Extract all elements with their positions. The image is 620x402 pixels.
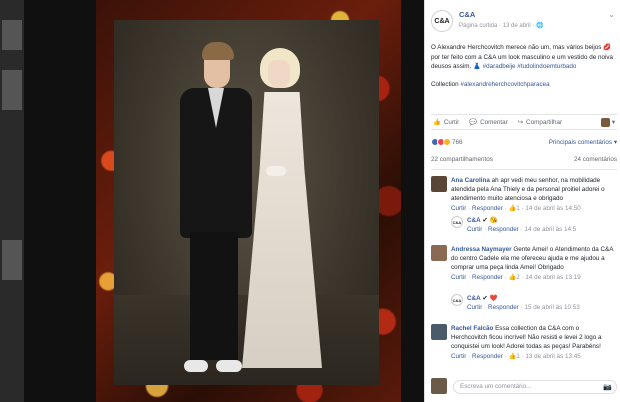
page-avatar[interactable]: C&A [431, 10, 453, 32]
chevron-down-icon: ▾ [611, 118, 615, 126]
globe-icon: 🌐 [536, 23, 544, 29]
caption-collection: Collection [431, 80, 459, 88]
comment-sort-dropdown[interactable]: Principais comentários ▾ [549, 139, 617, 146]
comment-like-link[interactable]: Curtir [451, 274, 466, 281]
page-name-link[interactable]: C&A [459, 10, 475, 19]
post-caption: O Alexandre Herchcovitch merece não um, … [431, 43, 617, 89]
feed-thumbnail [2, 240, 22, 280]
post-sidebar: C&A C&A Página curtida · 13 de abril · 🌐… [424, 0, 620, 402]
comment-meta: Curtir · Responder · 👍2 · 14 de abril às… [451, 274, 581, 281]
comment-like-link[interactable]: Curtir [451, 353, 466, 360]
comment-input[interactable]: Escreva um comentário... 📷 [453, 380, 617, 394]
post-stats: 22 compartilhamentos 24 comentários [431, 156, 617, 170]
reply-text: ❤️ [489, 295, 498, 302]
reply-reply-link[interactable]: Responder [488, 226, 519, 233]
verified-badge-icon: ✔ [482, 295, 488, 302]
photo-viewer: C&A C&A Página curtida · 13 de abril · 🌐… [0, 0, 620, 402]
comment-composer: Escreva um comentário... 📷 [431, 378, 617, 396]
camera-icon[interactable]: 📷 [603, 382, 612, 394]
like-button[interactable]: 👍 Curtir [433, 118, 460, 127]
reply-meta: Curtir · Responder · 15 de abril às 10:5… [467, 304, 580, 311]
reply-text: 😘 [489, 217, 498, 224]
comment-like-link[interactable]: Curtir [451, 205, 466, 212]
comment-like-count: 1 [516, 205, 520, 212]
reply-time[interactable]: 15 de abril às 10:53 [524, 304, 579, 311]
comment-like-count: 2 [516, 274, 520, 281]
share-button[interactable]: ↪ Compartilhar [518, 119, 562, 126]
hashtag-link[interactable]: #daradbeije #tudolindoemturbado [483, 63, 577, 70]
commenter-avatar[interactable] [431, 245, 447, 261]
post-meta-text: Página curtida · 13 de abril · [459, 23, 535, 29]
post-photo[interactable] [114, 20, 379, 385]
thumbs-up-icon: 👍 [433, 119, 441, 126]
background-feed-strip [0, 0, 24, 402]
comment-time[interactable]: 13 de abril às 13:45 [525, 353, 580, 360]
share-icon: ↪ [517, 118, 524, 126]
chevron-down-icon[interactable]: ⌄ [608, 10, 615, 19]
share-label: Compartilhar [526, 118, 563, 126]
like-label: Curtir [443, 118, 460, 126]
feed-thumbnail [2, 70, 22, 110]
hashtag-link[interactable]: #alexandreherchcovitchparacea [460, 81, 549, 88]
user-avatar [600, 117, 610, 127]
commenter-name[interactable]: Rachel Falcão [451, 325, 493, 332]
reply-meta: Curtir · Responder · 14 de abril às 14:5 [467, 226, 577, 233]
user-avatar [431, 378, 447, 394]
commenter-name[interactable]: Andressa Naymayer [451, 246, 512, 253]
comment-time[interactable]: 14 de abril às 14:50 [525, 205, 580, 212]
comment-icon: 💬 [469, 119, 478, 126]
reply-reply-link[interactable]: Responder [488, 304, 519, 311]
comment-count[interactable]: 24 comentários [574, 156, 617, 163]
comment-like-count: 1 [516, 353, 520, 360]
reply-like-link[interactable]: Curtir [467, 226, 482, 233]
post-actions-bar: 👍 Curtir 💬 Comentar ↪ Compartilhar ▾ [431, 114, 617, 130]
comment-button[interactable]: 💬 Comentar [469, 118, 508, 127]
reaction-count[interactable]: 766 [452, 139, 463, 146]
commenter-avatar[interactable] [431, 176, 447, 192]
reply-author[interactable]: C&A [467, 217, 481, 224]
wow-reaction-icon [443, 138, 451, 146]
reply-like-link[interactable]: Curtir [467, 304, 482, 311]
commenter-name[interactable]: Ana Carolina [451, 177, 490, 184]
verified-badge-icon: ✔ [482, 217, 488, 224]
commenter-avatar[interactable] [431, 324, 447, 340]
photo-stage [24, 0, 424, 402]
post-header: C&A C&A Página curtida · 13 de abril · 🌐… [431, 8, 617, 34]
post-meta: Página curtida · 13 de abril · 🌐 [459, 22, 544, 29]
comment-label: Comentar [480, 118, 508, 126]
comment-reply-link[interactable]: Responder [472, 205, 503, 212]
comment-reply-link[interactable]: Responder [472, 274, 503, 281]
comment-meta: Curtir · Responder · 👍1 · 13 de abril às… [451, 353, 581, 360]
reply-author[interactable]: C&A [467, 295, 481, 302]
feed-thumbnail [2, 20, 22, 50]
comment-time[interactable]: 14 de abril às 13:19 [525, 274, 580, 281]
reactions-row: 766 Principais comentários ▾ [431, 138, 617, 146]
page-avatar[interactable]: C&A [451, 294, 463, 306]
model-bride [242, 48, 326, 368]
reply-time[interactable]: 14 de abril às 14:5 [524, 226, 576, 233]
page-avatar[interactable]: C&A [451, 216, 463, 228]
comment-placeholder: Escreva um comentário... [460, 383, 532, 390]
identity-selector[interactable]: ▾ [600, 117, 615, 127]
comment-reply-link[interactable]: Responder [472, 353, 503, 360]
reaction-icons[interactable] [431, 138, 451, 146]
comment-meta: Curtir · Responder · 👍1 · 14 de abril às… [451, 205, 581, 212]
share-count[interactable]: 22 compartilhamentos [431, 156, 493, 163]
